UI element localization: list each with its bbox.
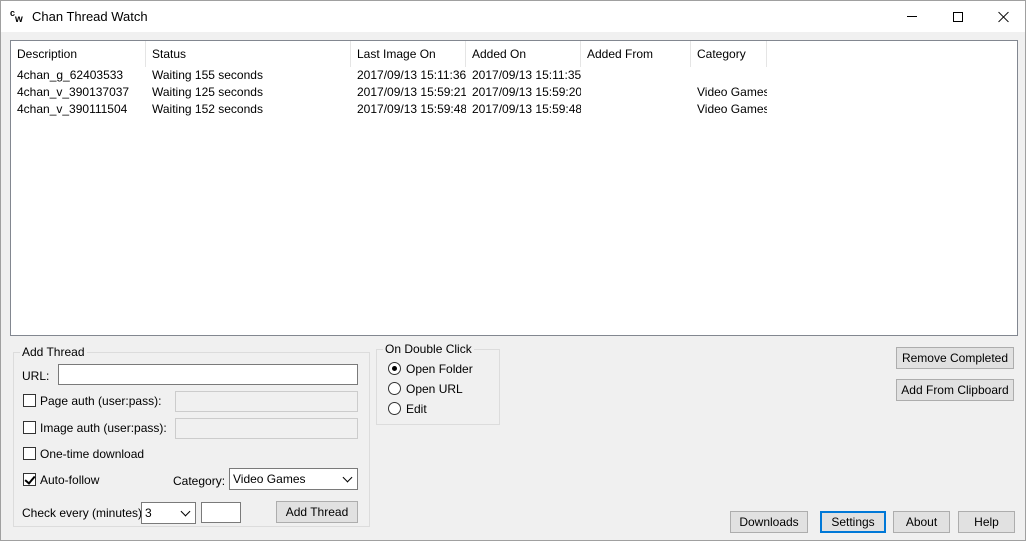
- check-every-extra-input[interactable]: [201, 502, 241, 523]
- image-auth-input[interactable]: [175, 418, 358, 439]
- list-header: Description Status Last Image On Added O…: [11, 41, 767, 67]
- cell-description: 4chan_v_390111504: [17, 102, 128, 116]
- add-thread-button[interactable]: Add Thread: [276, 501, 358, 523]
- remove-completed-button[interactable]: Remove Completed: [896, 347, 1014, 369]
- add-thread-group: Add Thread URL: Page auth (user:pass): I…: [13, 345, 370, 527]
- cell-status: Waiting 152 seconds: [152, 102, 263, 116]
- cell-added-on: 2017/09/13 15:11:35: [472, 68, 581, 82]
- main-window: c w Chan Thread Watch Description Status…: [0, 0, 1026, 541]
- table-row[interactable]: 4chan_g_62403533 Waiting 155 seconds 201…: [11, 67, 767, 84]
- table-row[interactable]: 4chan_v_390111504 Waiting 152 seconds 20…: [11, 101, 767, 118]
- cell-last-image-on: 2017/09/13 15:59:21: [357, 85, 466, 99]
- one-time-download-label: One-time download: [40, 447, 145, 461]
- cell-description: 4chan_v_390137037: [17, 85, 130, 99]
- minimize-icon: [907, 16, 917, 17]
- column-header-category[interactable]: Category: [691, 41, 767, 67]
- title-bar: c w Chan Thread Watch: [1, 1, 1025, 32]
- column-header-last-image-on[interactable]: Last Image On: [351, 41, 466, 67]
- list-rows: 4chan_g_62403533 Waiting 155 seconds 201…: [11, 67, 767, 118]
- chevron-down-icon: [180, 506, 191, 517]
- page-auth-input[interactable]: [175, 391, 358, 412]
- add-thread-title: Add Thread: [20, 345, 87, 359]
- maximize-button[interactable]: [935, 1, 981, 32]
- add-from-clipboard-button[interactable]: Add From Clipboard: [896, 379, 1014, 401]
- check-every-select[interactable]: 3: [141, 502, 196, 524]
- page-auth-label: Page auth (user:pass):: [40, 394, 162, 408]
- category-select[interactable]: Video Games: [229, 468, 358, 490]
- open-url-radio[interactable]: [388, 382, 401, 395]
- cell-category: Video Games: [697, 85, 767, 99]
- category-label: Category:: [173, 474, 226, 488]
- chevron-down-icon: [342, 472, 353, 483]
- cell-added-on: 2017/09/13 15:59:48: [472, 102, 581, 116]
- help-button[interactable]: Help: [958, 511, 1015, 533]
- cell-category: Video Games: [697, 102, 767, 116]
- one-time-download-checkbox[interactable]: [23, 447, 36, 460]
- auto-follow-label: Auto-follow: [40, 473, 100, 487]
- open-folder-label: Open Folder: [406, 362, 473, 376]
- open-folder-radio[interactable]: [388, 362, 401, 375]
- edit-label: Edit: [406, 402, 427, 416]
- cell-added-on: 2017/09/13 15:59:20: [472, 85, 581, 99]
- app-icon: c w: [10, 9, 26, 25]
- close-icon: [998, 11, 1010, 23]
- open-url-label: Open URL: [406, 382, 463, 396]
- close-button[interactable]: [981, 1, 1026, 32]
- downloads-button[interactable]: Downloads: [730, 511, 808, 533]
- cell-added-from: [581, 101, 691, 118]
- table-row[interactable]: 4chan_v_390137037 Waiting 125 seconds 20…: [11, 84, 767, 101]
- minimize-button[interactable]: [889, 1, 935, 32]
- column-header-status[interactable]: Status: [146, 41, 351, 67]
- category-value: Video Games: [233, 472, 306, 486]
- about-button[interactable]: About: [893, 511, 950, 533]
- image-auth-label: Image auth (user:pass):: [40, 421, 167, 435]
- cell-added-from: [581, 67, 691, 84]
- maximize-icon: [953, 11, 963, 22]
- column-header-added-on[interactable]: Added On: [466, 41, 581, 67]
- image-auth-checkbox[interactable]: [23, 421, 36, 434]
- check-every-label: Check every (minutes):: [22, 506, 146, 520]
- check-every-value: 3: [145, 506, 152, 520]
- cell-last-image-on: 2017/09/13 15:11:36: [357, 68, 466, 82]
- cell-status: Waiting 155 seconds: [152, 68, 263, 82]
- cell-added-from: [581, 84, 691, 101]
- settings-button[interactable]: Settings: [820, 511, 886, 533]
- url-input[interactable]: [58, 364, 358, 385]
- thread-list[interactable]: Description Status Last Image On Added O…: [10, 40, 1018, 336]
- cell-status: Waiting 125 seconds: [152, 85, 263, 99]
- on-double-click-title: On Double Click: [383, 342, 474, 356]
- edit-radio[interactable]: [388, 402, 401, 415]
- cell-last-image-on: 2017/09/13 15:59:48: [357, 102, 466, 116]
- column-header-description[interactable]: Description: [11, 41, 146, 67]
- column-header-added-from[interactable]: Added From: [581, 41, 691, 67]
- auto-follow-checkbox[interactable]: [23, 473, 36, 486]
- url-label: URL:: [22, 369, 50, 383]
- on-double-click-group: On Double Click Open Folder Open URL Edi…: [376, 342, 500, 425]
- cell-description: 4chan_g_62403533: [17, 68, 124, 82]
- page-auth-checkbox[interactable]: [23, 394, 36, 407]
- window-title: Chan Thread Watch: [32, 9, 148, 24]
- cell-category: [691, 67, 767, 84]
- app-icon-letter-w: w: [15, 14, 23, 25]
